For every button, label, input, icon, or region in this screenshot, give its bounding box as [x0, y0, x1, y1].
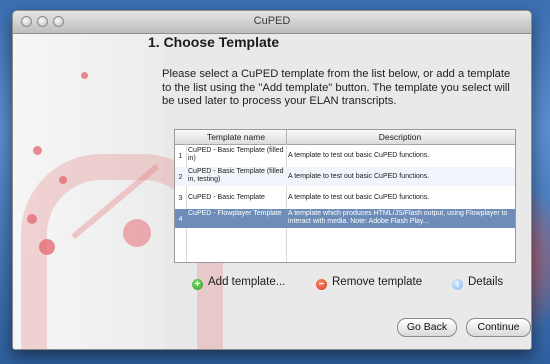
column-header-description[interactable]: Description: [287, 132, 513, 142]
window-title: CuPED: [253, 15, 291, 27]
column-header-template-name[interactable]: Template name: [187, 132, 285, 142]
title-bar[interactable]: CuPED: [13, 11, 531, 34]
template-name-cell: CuPED - Flowplayer Template: [188, 210, 282, 217]
add-template-label: Add template...: [208, 276, 286, 288]
table-header: Template name Description: [175, 130, 515, 145]
decorative-side-panel: [13, 34, 223, 349]
template-name-cell: CuPED - Basic Template (filled in): [188, 147, 284, 163]
table-row-selected[interactable]: 4 CuPED - Flowplayer Template A template…: [175, 209, 515, 228]
decorative-dot: [39, 239, 55, 255]
table-row[interactable]: 1 CuPED - Basic Template (filled in) A t…: [175, 146, 515, 165]
row-number: 3: [178, 193, 183, 202]
step-title: 1. Choose Template: [148, 34, 280, 50]
info-icon: i: [452, 279, 463, 290]
row-number: 4: [178, 214, 183, 223]
decorative-dot: [27, 214, 37, 224]
remove-template-button[interactable]: − Remove template: [316, 276, 422, 290]
details-label: Details: [468, 276, 504, 288]
go-back-button[interactable]: Go Back: [397, 318, 457, 337]
decorative-dot: [59, 176, 67, 184]
table-row[interactable]: 2 CuPED - Basic Template (filled in, tes…: [175, 167, 515, 186]
template-name-cell: CuPED - Basic Template: [188, 194, 265, 201]
table-row[interactable]: 3 CuPED - Basic Template A template to t…: [175, 188, 515, 207]
template-name-cell: CuPED - Basic Template (filled in, testi…: [188, 168, 284, 184]
details-button[interactable]: i Details: [452, 276, 503, 290]
decorative-dot: [81, 72, 88, 79]
remove-template-label: Remove template: [332, 276, 423, 288]
description-cell: A template to test out basic CuPED funct…: [288, 194, 430, 201]
row-number: 1: [178, 151, 183, 160]
row-number: 2: [178, 172, 183, 181]
template-table[interactable]: Template name Description 1 CuPED - Basi…: [174, 129, 516, 263]
decorative-dot: [33, 146, 42, 155]
decorative-dot: [123, 219, 151, 247]
plus-icon: +: [192, 279, 203, 290]
minus-icon: −: [316, 279, 327, 290]
description-cell: A template to test out basic CuPED funct…: [288, 152, 430, 159]
continue-button[interactable]: Continue: [466, 318, 531, 337]
add-template-button[interactable]: + Add template...: [192, 276, 285, 290]
description-cell: A template which produces HTML/JS/Flash …: [288, 210, 508, 226]
instructions-text: Please select a CuPED template from the …: [162, 68, 511, 107]
description-cell: A template to test out basic CuPED funct…: [288, 173, 430, 180]
